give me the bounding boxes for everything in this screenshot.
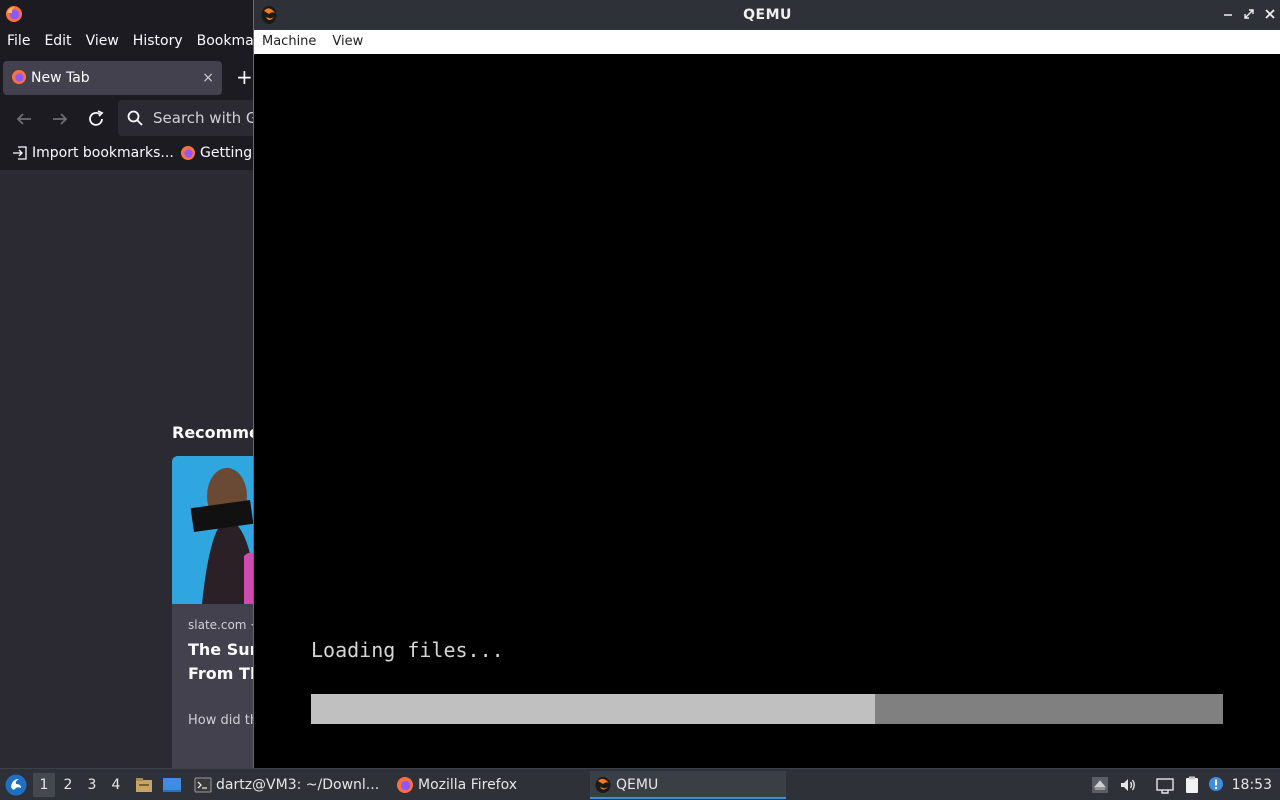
terminal-icon <box>194 777 212 793</box>
taskbar: 1 2 3 4 dartz@VM3: ~/Downl... Mozilla Fi… <box>0 768 1280 800</box>
bookmark-import-label: Import bookmarks... <box>32 145 174 161</box>
menu-edit[interactable]: Edit <box>37 30 78 52</box>
workspace-2[interactable]: 2 <box>57 773 79 797</box>
tab-close-icon[interactable]: × <box>202 61 214 95</box>
loading-progress-bar <box>311 694 1223 724</box>
minimize-icon[interactable] <box>1220 6 1236 22</box>
clipboard-icon[interactable] <box>1182 775 1202 795</box>
loading-status-text: Loading files... <box>311 638 504 662</box>
tab-new-tab[interactable]: New Tab × <box>3 61 222 95</box>
import-icon <box>13 146 27 160</box>
menu-file[interactable]: File <box>0 30 37 52</box>
firefox-logo-icon <box>6 6 22 22</box>
qemu-menubar: Machine View <box>254 30 1280 54</box>
close-icon[interactable] <box>1262 6 1278 22</box>
workspace-3[interactable]: 3 <box>81 773 103 797</box>
new-tab-button[interactable]: + <box>236 64 253 90</box>
network-icon[interactable] <box>1155 775 1175 795</box>
firefox-icon <box>12 70 26 84</box>
menu-view[interactable]: View <box>324 30 371 54</box>
firefox-menubar: File Edit View History Bookmarks <box>0 30 282 52</box>
workspace-1[interactable]: 1 <box>33 773 55 797</box>
firefox-icon <box>181 146 195 160</box>
loading-progress-fill <box>311 694 875 724</box>
desktop-icon[interactable] <box>162 775 182 795</box>
workspace-4[interactable]: 4 <box>105 773 127 797</box>
qemu-titlebar[interactable]: QEMU <box>254 0 1280 30</box>
task-qemu-label: QEMU <box>616 777 659 793</box>
qemu-icon <box>595 777 611 793</box>
task-firefox-label: Mozilla Firefox <box>418 777 518 793</box>
eject-icon[interactable] <box>1090 775 1110 795</box>
menu-view[interactable]: View <box>79 30 126 52</box>
menu-machine[interactable]: Machine <box>254 30 324 54</box>
notification-icon[interactable] <box>1206 775 1226 795</box>
qemu-window-title: QEMU <box>743 7 792 23</box>
file-manager-icon[interactable] <box>134 775 154 795</box>
task-qemu[interactable]: QEMU <box>590 771 786 799</box>
start-menu-icon[interactable] <box>4 773 28 797</box>
volume-icon[interactable] <box>1118 775 1138 795</box>
menu-history[interactable]: History <box>126 30 190 52</box>
reload-icon[interactable] <box>84 107 108 131</box>
forward-arrow-icon[interactable] <box>48 107 72 131</box>
qemu-window: QEMU Machine View Loading files... <box>253 0 1280 768</box>
back-arrow-icon[interactable] <box>12 107 36 131</box>
search-icon <box>127 110 143 126</box>
clock[interactable]: 18:53 <box>1232 769 1272 800</box>
task-firefox[interactable]: Mozilla Firefox <box>392 771 588 799</box>
task-terminal[interactable]: dartz@VM3: ~/Downl... <box>190 771 386 799</box>
maximize-icon[interactable] <box>1241 6 1257 22</box>
bookmark-import[interactable]: Import bookmarks... <box>12 142 174 164</box>
tab-title: New Tab <box>31 70 90 86</box>
vm-display[interactable]: Loading files... <box>254 54 1280 768</box>
task-terminal-label: dartz@VM3: ~/Downl... <box>216 777 380 793</box>
firefox-icon <box>397 777 413 793</box>
